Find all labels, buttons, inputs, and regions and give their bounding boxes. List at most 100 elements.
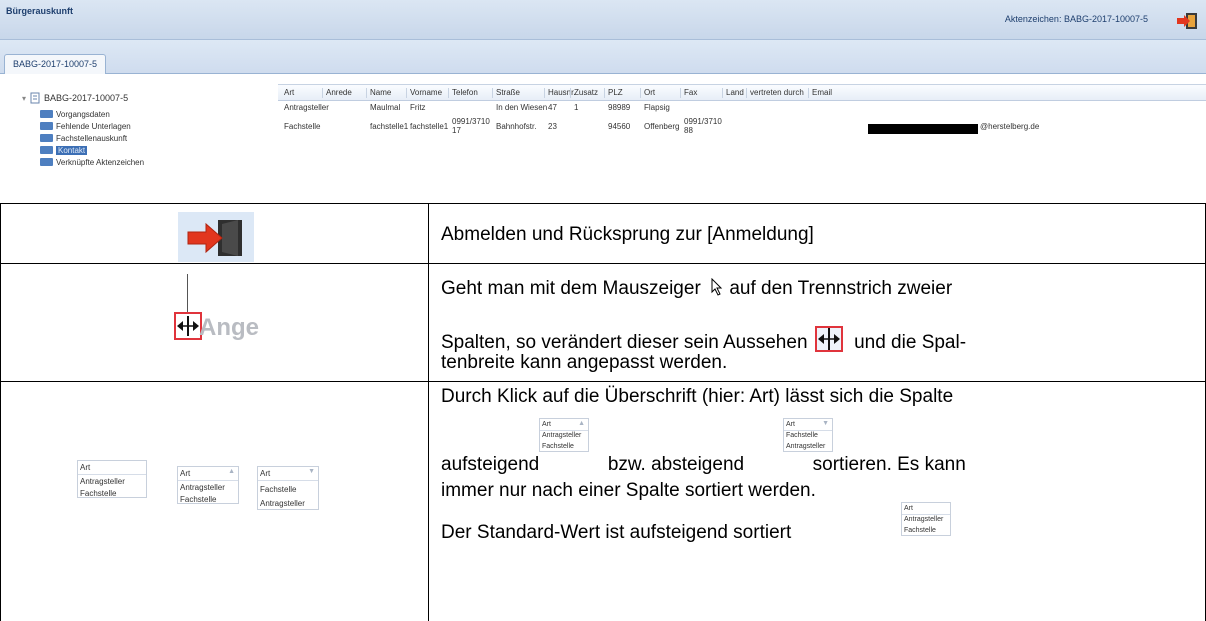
column-resize-description-cell: Geht man mit dem Mauszeiger auf den Tren… — [428, 263, 1206, 382]
table-cell: Maulmal — [370, 103, 401, 112]
table-cell: fachstelle1 — [370, 122, 409, 131]
sort-text-line3: immer nur nach einer Spalte sortiert wer… — [441, 480, 816, 501]
tree-root-label: BABG-2017-10007-5 — [44, 93, 129, 103]
folder-icon — [40, 110, 53, 118]
logout-description-cell: Abmelden und Rücksprung zur [Anmeldung] — [428, 203, 1206, 264]
column-header[interactable]: vertreten durch — [750, 88, 804, 97]
tab-file[interactable]: BABG-2017-10007-5 — [4, 54, 107, 74]
column-divider[interactable] — [406, 88, 407, 98]
column-header-sample: Ange — [199, 314, 259, 341]
sort-inline-descending: Art ▼ Fachstelle Antragsteller — [783, 418, 833, 452]
logout-icon[interactable] — [1176, 12, 1198, 30]
table-cell: 1 — [574, 103, 579, 112]
logout-icon — [178, 212, 254, 262]
column-header[interactable]: Straße — [496, 88, 520, 97]
column-divider[interactable] — [544, 88, 545, 98]
app-window: Bürgerauskunft Aktenzeichen: BABG-2017-1… — [0, 0, 1206, 203]
sort-example-default: Art Antragsteller Fachstelle — [77, 460, 147, 498]
tree-root[interactable]: ▾ BABG-2017-10007-5 — [22, 92, 128, 104]
tree-item-label: Fehlende Unterlagen — [56, 121, 131, 131]
app-title: Bürgerauskunft — [6, 6, 74, 16]
tree-item-label: Kontakt — [56, 145, 88, 155]
tree-item[interactable]: Kontakt — [40, 144, 144, 156]
tree-item[interactable]: Fehlende Unterlagen — [40, 120, 144, 132]
table-cell: In den Wiesen — [496, 103, 548, 112]
table-cell: @herstelberg.de — [980, 122, 1040, 131]
logout-description: Abmelden und Rücksprung zur [Anmeldung] — [441, 224, 814, 245]
tree-item-label: Vorgangsdaten — [56, 109, 110, 119]
folder-icon — [40, 146, 53, 154]
column-divider[interactable] — [322, 88, 323, 98]
table-row[interactable]: Antragsteller Maulmal Fritz In den Wiesen 47… — [278, 102, 1206, 116]
file-number-label: Aktenzeichen: BABG-2017-10007-5 — [1004, 14, 1148, 24]
sort-ascending-icon: ▲ — [578, 420, 585, 427]
table-cell: 0991/3710 17 — [452, 117, 490, 135]
column-divider[interactable] — [570, 88, 571, 98]
mouse-cursor-icon — [711, 277, 723, 296]
collapse-icon[interactable]: ▾ — [22, 94, 26, 103]
column-divider[interactable] — [448, 88, 449, 98]
column-header[interactable]: Vorname — [410, 88, 442, 97]
column-header[interactable]: Art — [284, 88, 294, 97]
document-icon — [30, 92, 40, 104]
sort-example-descending: Art ▼ Fachstelle Antragsteller — [257, 466, 319, 510]
tree-item[interactable]: Fachstellenauskunft — [40, 132, 144, 144]
resize-text-line2: Spalten, so verändert dieser sein Ausseh… — [441, 326, 966, 354]
table-cell: 98989 — [608, 103, 631, 112]
resize-cursor-icon — [177, 316, 199, 336]
sort-ascending-icon: ▲ — [228, 468, 235, 475]
column-header[interactable]: Name — [370, 88, 391, 97]
resize-cursor-icon — [814, 326, 843, 352]
sort-descending-icon: ▼ — [308, 468, 315, 475]
column-header[interactable]: Land — [726, 88, 744, 97]
sort-description-cell: Durch Klick auf die Überschrift (hier: A… — [428, 381, 1206, 621]
column-divider[interactable] — [722, 88, 723, 98]
folder-icon — [40, 134, 53, 142]
column-header[interactable]: Telefon — [452, 88, 478, 97]
resize-text-line3: tenbreite kann angepasst werden. — [441, 352, 728, 373]
table-row[interactable]: Fachstelle fachstelle1 fachstelle1 0991/371… — [278, 116, 1206, 138]
contact-grid: Art Anrede Name Vorname Telefon Straße Hausnr.… — [278, 84, 1206, 203]
column-divider[interactable] — [640, 88, 641, 98]
column-divider[interactable] — [366, 88, 367, 98]
sort-descending-icon: ▼ — [822, 420, 829, 427]
sort-text-line2: aufsteigend bzw. absteigend sortieren. E… — [441, 454, 966, 475]
table-cell: fachstelle1 — [410, 122, 449, 131]
logout-example-cell — [0, 203, 429, 264]
column-header[interactable]: Hausnr. — [548, 88, 576, 97]
table-cell: 47 — [548, 103, 557, 112]
column-header[interactable]: PLZ — [608, 88, 623, 97]
tree-item-label: Fachstellenauskunft — [56, 133, 128, 143]
resize-text-line1: Geht man mit dem Mauszeiger auf den Tren… — [441, 277, 953, 299]
column-header[interactable]: Ort — [644, 88, 655, 97]
column-header[interactable]: Zusatz — [574, 88, 598, 97]
column-header[interactable]: Fax — [684, 88, 697, 97]
tree-items: Vorgangsdaten Fehlende Unterlagen Fachstel… — [40, 108, 144, 168]
tab-strip: BABG-2017-10007-5 — [0, 40, 1206, 74]
tree-item[interactable]: Vorgangsdaten — [40, 108, 144, 120]
folder-icon — [40, 158, 53, 166]
column-divider — [187, 274, 188, 312]
table-cell: 0991/3710 88 — [684, 117, 722, 135]
column-resize-example-cell: Ange — [0, 263, 429, 382]
grid-header: Art Anrede Name Vorname Telefon Straße Hausnr.… — [278, 85, 1206, 101]
table-cell: Flapsig — [644, 103, 670, 112]
table-cell: Antragsteller — [284, 103, 329, 112]
table-cell: 94560 — [608, 122, 631, 131]
column-divider[interactable] — [808, 88, 809, 98]
sort-inline-default: Art Antragsteller Fachstelle — [901, 502, 951, 536]
navigation-tree: ▾ BABG-2017-10007-5 Vorgangsdaten Fehlend… — [0, 80, 270, 203]
column-divider[interactable] — [604, 88, 605, 98]
title-bar: Bürgerauskunft Aktenzeichen: BABG-2017-1… — [0, 0, 1206, 40]
tree-item[interactable]: Verknüpfte Aktenzeichen — [40, 156, 144, 168]
column-header[interactable]: Anrede — [326, 88, 352, 97]
tree-item-label: Verknüpfte Aktenzeichen — [56, 157, 145, 167]
help-table: Abmelden und Rücksprung zur [Anmeldung] … — [0, 203, 1206, 621]
column-divider[interactable] — [680, 88, 681, 98]
table-cell: Bahnhofstr. — [496, 122, 537, 131]
column-header[interactable]: Email — [812, 88, 832, 97]
column-divider[interactable] — [746, 88, 747, 98]
table-cell: Offenberg — [644, 122, 680, 131]
column-divider[interactable] — [492, 88, 493, 98]
sort-example-cell: Art Antragsteller Fachstelle Art ▲ Antra… — [0, 381, 429, 621]
